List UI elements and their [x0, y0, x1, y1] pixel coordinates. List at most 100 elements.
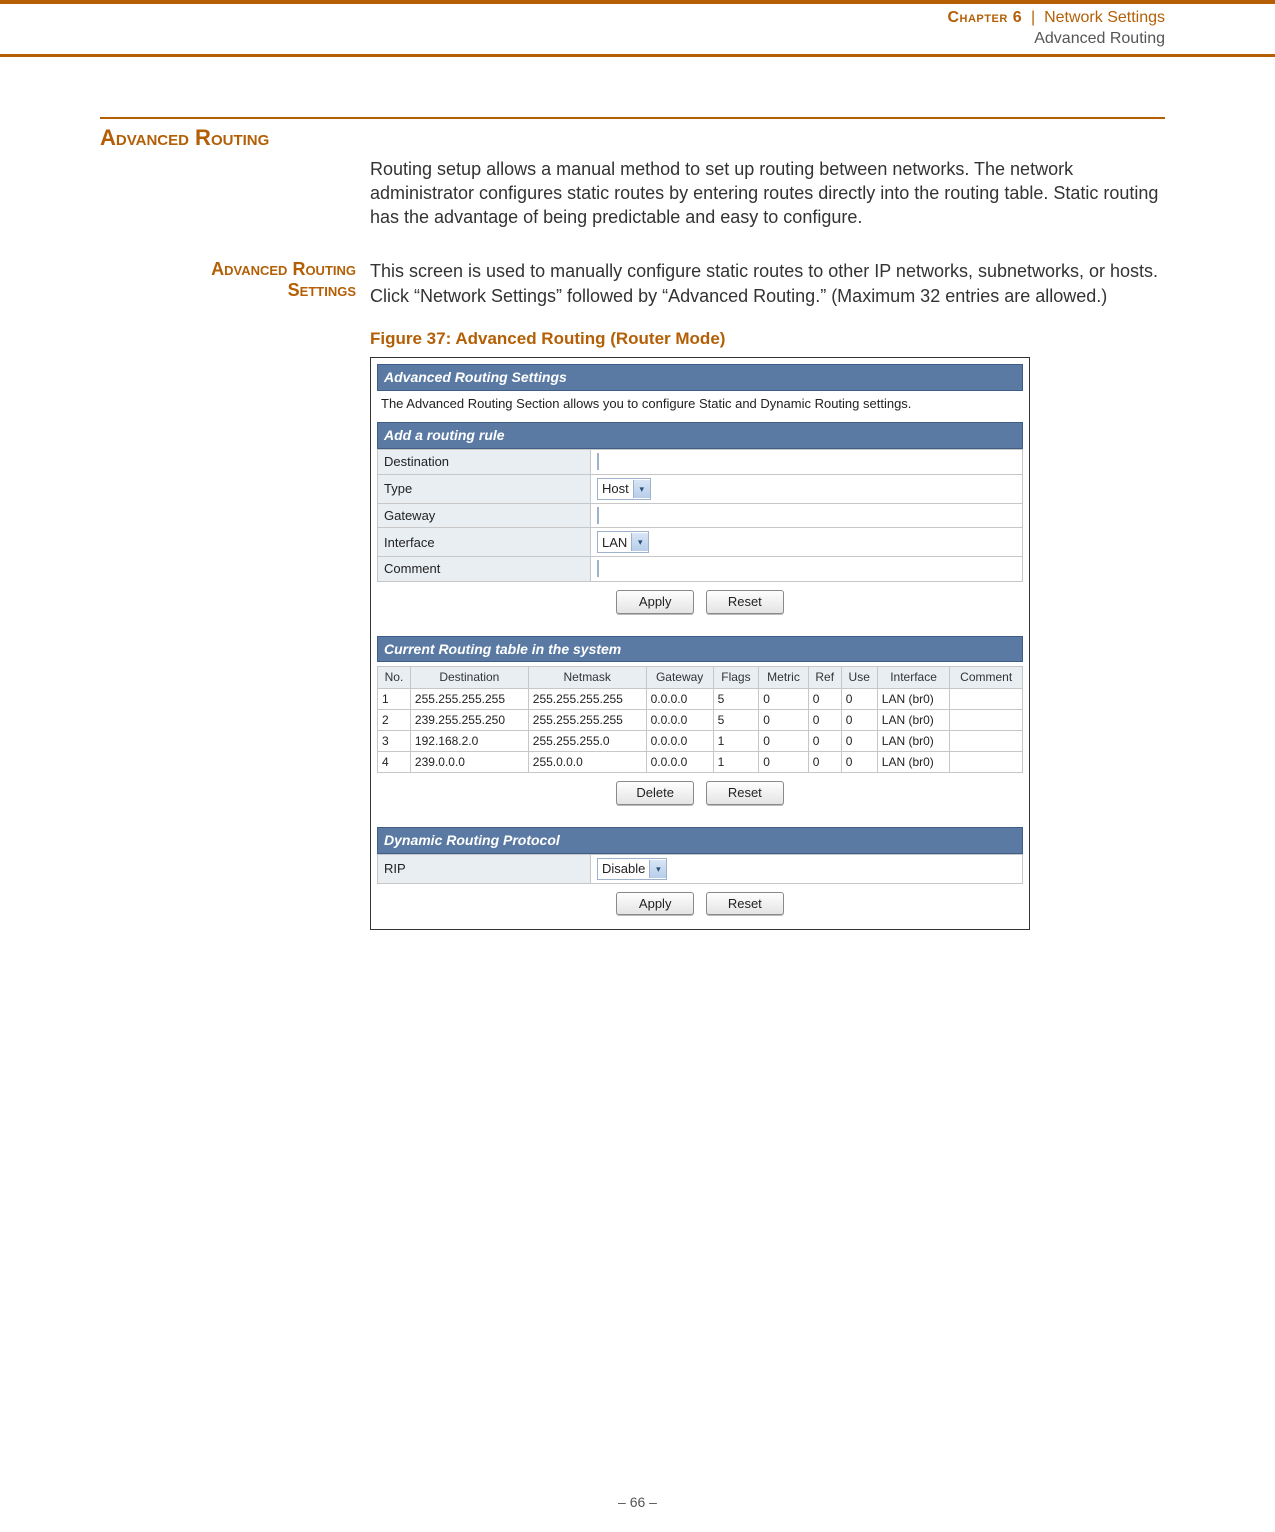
cell-use: 0 — [841, 688, 877, 709]
col-flags: Flags — [713, 667, 759, 688]
cell-gateway: 0.0.0.0 — [646, 752, 713, 773]
cell-flags: 5 — [713, 709, 759, 730]
cell-netmask: 255.0.0.0 — [528, 752, 646, 773]
col-gateway: Gateway — [646, 667, 713, 688]
header-sub: Advanced Routing — [1034, 30, 1165, 47]
table-row: 1255.255.255.255255.255.255.2550.0.0.050… — [378, 688, 1023, 709]
destination-input[interactable] — [597, 453, 599, 470]
cell-use: 0 — [841, 709, 877, 730]
gateway-label: Gateway — [378, 503, 591, 528]
cell-comment — [950, 752, 1023, 773]
subsection-title: Advanced Routing Settings — [100, 259, 356, 301]
cell-destination: 239.0.0.0 — [410, 752, 528, 773]
cell-gateway: 0.0.0.0 — [646, 709, 713, 730]
cell-gateway: 0.0.0.0 — [646, 688, 713, 709]
reset-button-2[interactable]: Reset — [706, 781, 784, 805]
cell-interface: LAN (br0) — [877, 752, 950, 773]
type-select-value: Host — [602, 480, 633, 498]
routing-table: No. Destination Netmask Gateway Flags Me… — [377, 666, 1023, 773]
rip-select-value: Disable — [602, 860, 649, 878]
type-select[interactable]: Host ▾ — [597, 478, 651, 500]
dynamic-routing-form: RIP Disable ▾ — [377, 854, 1023, 884]
cell-interface: LAN (br0) — [877, 709, 950, 730]
cell-use: 0 — [841, 730, 877, 751]
chevron-down-icon: ▾ — [631, 533, 648, 551]
figure-frame: Advanced Routing Settings The Advanced R… — [370, 357, 1030, 930]
cell-interface: LAN (br0) — [877, 688, 950, 709]
cell-no: 2 — [378, 709, 411, 730]
page-header: Chapter 6 | Network Settings Advanced Ro… — [0, 4, 1275, 57]
intro-paragraph: Routing setup allows a manual method to … — [370, 159, 1158, 228]
panel-routing-table-title: Current Routing table in the system — [377, 636, 1023, 663]
cell-no: 1 — [378, 688, 411, 709]
cell-destination: 192.168.2.0 — [410, 730, 528, 751]
cell-destination: 239.255.255.250 — [410, 709, 528, 730]
col-metric: Metric — [759, 667, 809, 688]
panel-advanced-routing-settings-title: Advanced Routing Settings — [377, 364, 1023, 391]
section-divider — [100, 117, 1165, 119]
col-netmask: Netmask — [528, 667, 646, 688]
cell-metric: 0 — [759, 688, 809, 709]
rip-select[interactable]: Disable ▾ — [597, 858, 667, 880]
type-label: Type — [378, 474, 591, 503]
table-row: 3192.168.2.0255.255.255.00.0.0.01000LAN … — [378, 730, 1023, 751]
cell-ref: 0 — [808, 752, 841, 773]
cell-no: 3 — [378, 730, 411, 751]
destination-label: Destination — [378, 450, 591, 475]
panel-advanced-routing-settings-desc: The Advanced Routing Section allows you … — [377, 391, 1023, 423]
col-comment: Comment — [950, 667, 1023, 688]
header-chapter: Chapter 6 — [947, 9, 1022, 26]
col-ref: Ref — [808, 667, 841, 688]
chevron-down-icon: ▾ — [649, 860, 666, 878]
panel-dynamic-routing-title: Dynamic Routing Protocol — [377, 827, 1023, 854]
cell-ref: 0 — [808, 709, 841, 730]
cell-interface: LAN (br0) — [877, 730, 950, 751]
col-no: No. — [378, 667, 411, 688]
cell-ref: 0 — [808, 730, 841, 751]
table-row: 2239.255.255.250255.255.255.2550.0.0.050… — [378, 709, 1023, 730]
rip-label: RIP — [378, 854, 591, 883]
cell-destination: 255.255.255.255 — [410, 688, 528, 709]
chevron-down-icon: ▾ — [633, 480, 650, 498]
subsection-paragraph: This screen is used to manually configur… — [370, 259, 1165, 308]
routing-table-header-row: No. Destination Netmask Gateway Flags Me… — [378, 667, 1023, 688]
subsection-title-line1: Advanced Routing — [211, 259, 356, 279]
interface-select-value: LAN — [602, 534, 631, 552]
col-destination: Destination — [410, 667, 528, 688]
cell-netmask: 255.255.255.0 — [528, 730, 646, 751]
table-row: 4239.0.0.0255.0.0.00.0.0.01000LAN (br0) — [378, 752, 1023, 773]
section-title: Advanced Routing — [100, 125, 1165, 151]
cell-metric: 0 — [759, 752, 809, 773]
cell-netmask: 255.255.255.255 — [528, 688, 646, 709]
col-use: Use — [841, 667, 877, 688]
cell-metric: 0 — [759, 730, 809, 751]
cell-comment — [950, 730, 1023, 751]
cell-ref: 0 — [808, 688, 841, 709]
cell-comment — [950, 709, 1023, 730]
cell-flags: 5 — [713, 688, 759, 709]
cell-use: 0 — [841, 752, 877, 773]
panel-add-rule-title: Add a routing rule — [377, 422, 1023, 449]
gateway-input[interactable] — [597, 507, 599, 524]
cell-metric: 0 — [759, 709, 809, 730]
delete-button[interactable]: Delete — [616, 781, 694, 805]
cell-flags: 1 — [713, 752, 759, 773]
cell-comment — [950, 688, 1023, 709]
comment-input[interactable] — [597, 560, 599, 577]
col-interface: Interface — [877, 667, 950, 688]
reset-button-3[interactable]: Reset — [706, 892, 784, 916]
apply-button[interactable]: Apply — [616, 590, 694, 614]
reset-button[interactable]: Reset — [706, 590, 784, 614]
header-separator: | — [1027, 9, 1045, 26]
page-number: – 66 – — [0, 1494, 1275, 1510]
cell-flags: 1 — [713, 730, 759, 751]
subsection-title-line2: Settings — [288, 280, 356, 300]
apply-button-2[interactable]: Apply — [616, 892, 694, 916]
figure-caption: Figure 37: Advanced Routing (Router Mode… — [370, 328, 1165, 351]
comment-label: Comment — [378, 557, 591, 582]
interface-label: Interface — [378, 528, 591, 557]
cell-gateway: 0.0.0.0 — [646, 730, 713, 751]
interface-select[interactable]: LAN ▾ — [597, 531, 649, 553]
add-rule-form: Destination Type Host ▾ — [377, 449, 1023, 582]
cell-no: 4 — [378, 752, 411, 773]
